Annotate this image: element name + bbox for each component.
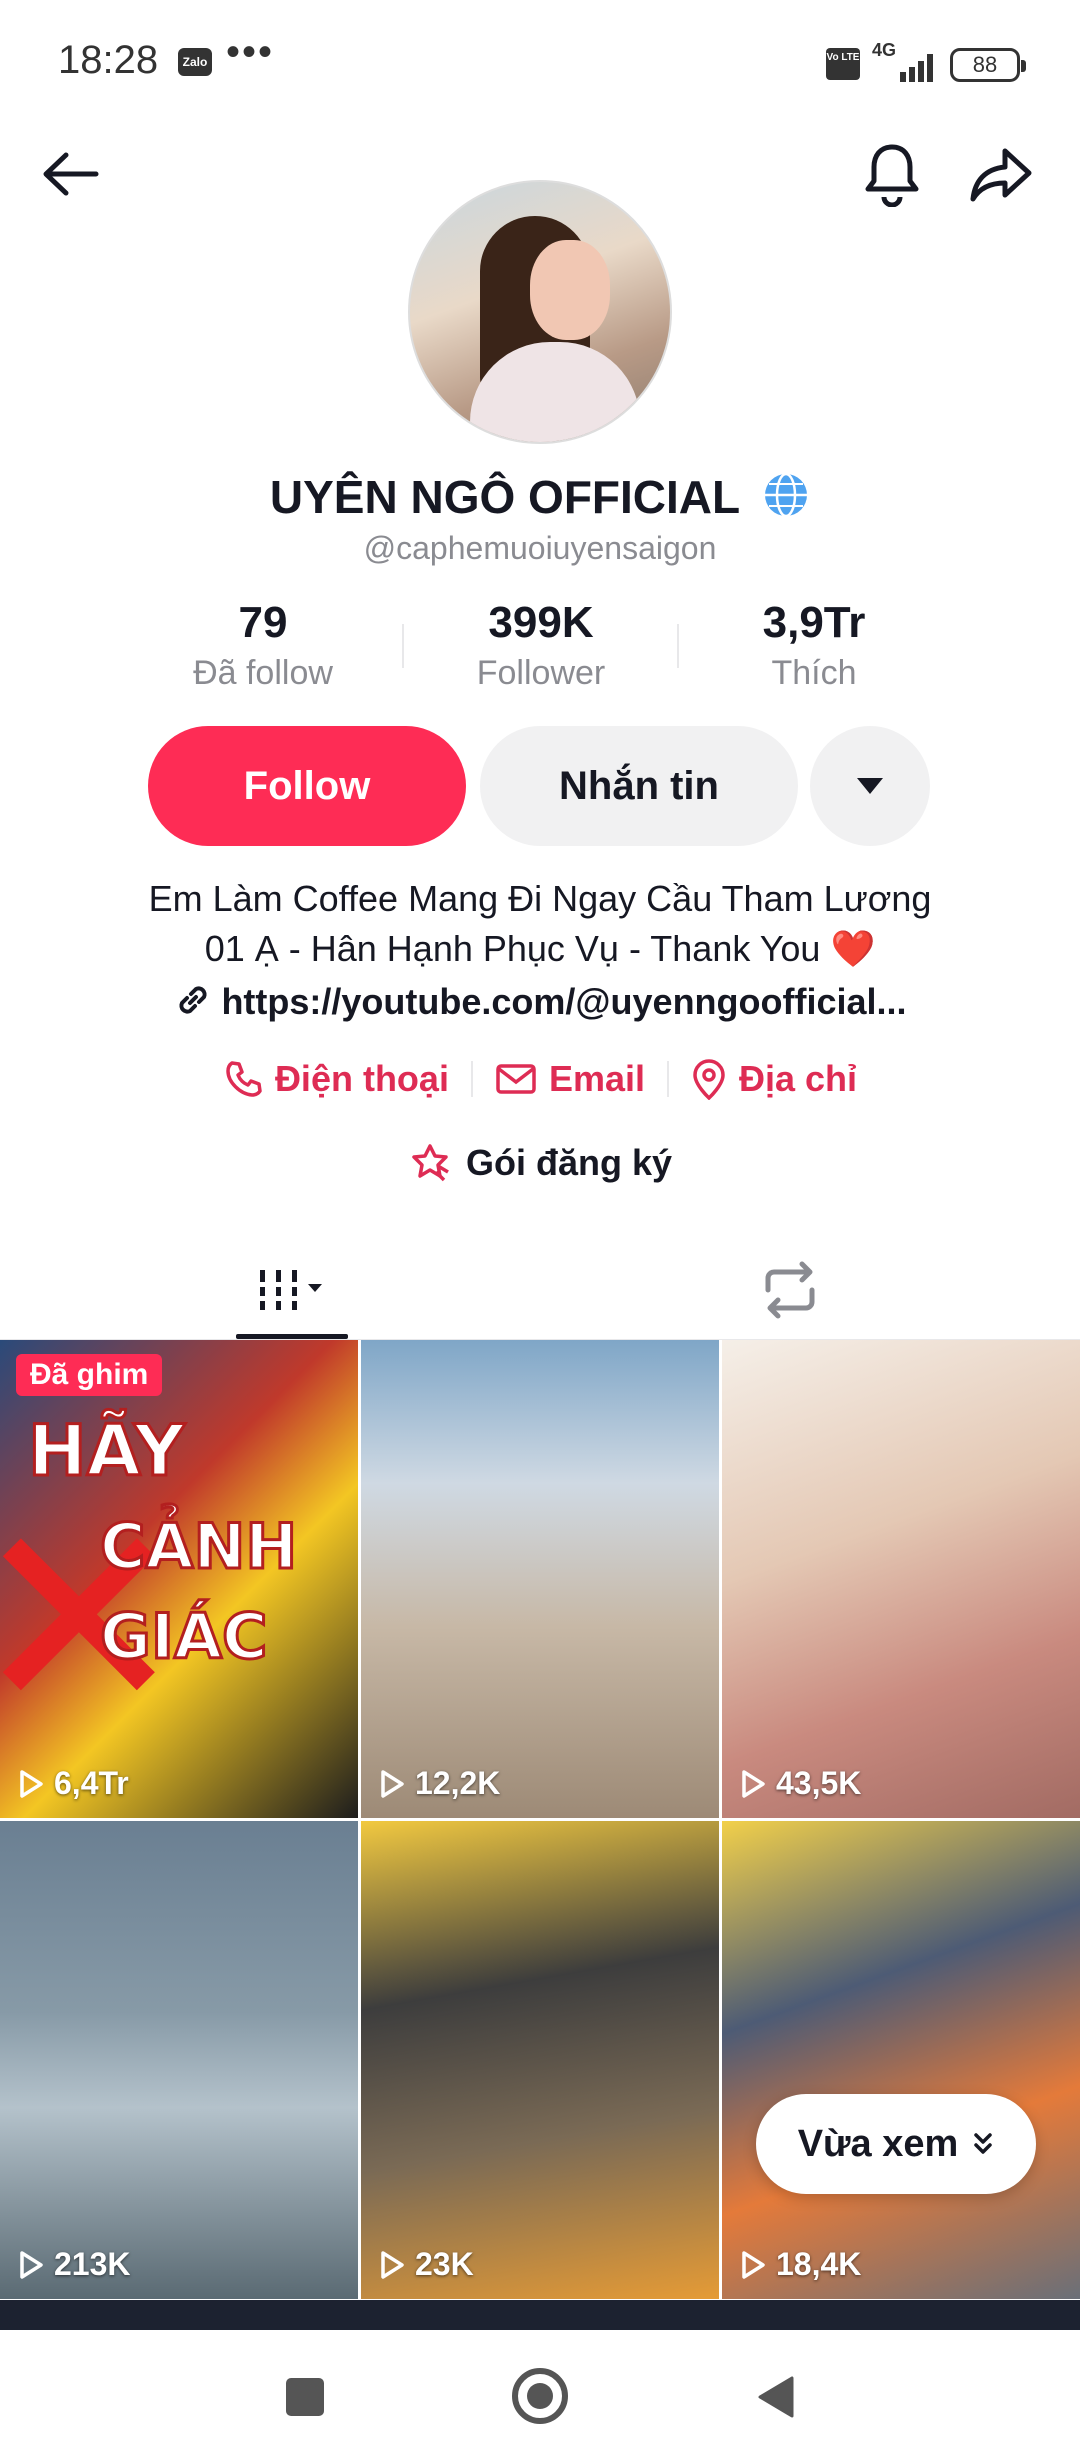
pinned-badge: Đã ghim	[16, 1354, 163, 1396]
status-bar: 18:28 Zalo ••• Vo LTE 4G 88	[0, 0, 1080, 130]
email-label: Email	[548, 1058, 645, 1099]
subscription-button[interactable]: Gói đăng ký	[0, 1142, 1080, 1184]
display-name: UYÊN NGÔ OFFICIAL	[269, 471, 740, 523]
play-icon	[742, 1769, 765, 1798]
thumbnail-text: CẢNH	[98, 1509, 298, 1585]
stat-divider	[677, 624, 679, 668]
volte-icon: Vo LTE	[826, 48, 860, 80]
link-icon	[179, 986, 207, 1014]
bio-line-1: Em Làm Coffee Mang Đi Ngay Cầu Tham Lươn…	[148, 878, 932, 919]
username: @caphemuoiuyensaigon	[363, 530, 717, 566]
bio-line-2-text: 01 Ạ - Hân Hạnh Phục Vụ - Thank You	[204, 928, 821, 969]
signal-icon	[900, 54, 933, 82]
view-count: 23K	[379, 2246, 474, 2283]
arrow-left-icon	[43, 152, 99, 196]
display-name-row: UYÊN NGÔ OFFICIAL	[0, 470, 1080, 524]
zalo-notification-icon: Zalo	[178, 48, 212, 76]
followers-label: Follower	[476, 654, 606, 692]
home-button[interactable]	[512, 2368, 568, 2424]
phone-label: Điện thoại	[274, 1058, 449, 1099]
mail-icon	[496, 1064, 536, 1094]
heart-emoji: ❤️	[830, 928, 876, 969]
contact-row: Điện thoại Email Địa chỉ	[0, 1058, 1080, 1100]
stat-likes[interactable]: 3,9Tr Thích	[684, 598, 944, 693]
play-icon	[742, 2250, 765, 2279]
notifications-button[interactable]	[852, 134, 932, 214]
play-icon	[381, 2250, 404, 2279]
view-count: 18,4K	[740, 2246, 861, 2283]
next-row-peek	[0, 2300, 1080, 2330]
likes-label: Thích	[771, 654, 857, 692]
view-count: 213K	[18, 2246, 131, 2283]
subscription-label: Gói đăng ký	[465, 1142, 673, 1183]
share-button[interactable]	[962, 134, 1042, 214]
view-count-text: 43,5K	[776, 1765, 862, 1801]
message-button[interactable]: Nhắn tin	[480, 726, 798, 846]
video-thumbnail[interactable]: 23K	[361, 1821, 719, 2299]
play-icon	[20, 2250, 43, 2279]
video-thumbnail[interactable]: ✕ HÃY CẢNH GIÁC Đã ghim 6,4Tr	[0, 1340, 358, 1818]
followers-count: 399K	[488, 598, 594, 647]
address-button[interactable]: Địa chỉ	[669, 1058, 879, 1100]
view-count-text: 6,4Tr	[54, 1765, 129, 1801]
battery-icon: 88	[950, 48, 1026, 82]
play-icon	[381, 1769, 404, 1798]
video-thumbnail[interactable]: 18,4K	[722, 1821, 1080, 2299]
view-count-text: 23K	[415, 2246, 474, 2282]
recently-watched-button[interactable]: Vừa xem	[756, 2094, 1036, 2194]
video-thumbnail[interactable]: 213K	[0, 1821, 358, 2299]
status-time: 18:28	[58, 38, 159, 82]
phone-icon	[226, 1061, 262, 1097]
thumbnail-text: HÃY	[27, 1409, 187, 1494]
location-pin-icon	[693, 1059, 725, 1100]
thumbnail-text: GIÁC	[98, 1599, 268, 1675]
view-count: 6,4Tr	[18, 1765, 129, 1802]
recently-watched-label: Vừa xem	[797, 2122, 959, 2165]
profile-avatar[interactable]	[408, 180, 672, 444]
bell-icon	[865, 144, 919, 207]
phone-button[interactable]: Điện thoại	[201, 1058, 471, 1100]
video-thumbnail[interactable]: 12,2K	[361, 1340, 719, 1818]
share-icon	[970, 148, 1032, 202]
tab-videos[interactable]	[236, 1240, 348, 1340]
videos-grid-icon	[256, 1270, 322, 1310]
following-label: Đã follow	[193, 654, 333, 692]
tab-reposts[interactable]	[740, 1240, 840, 1340]
view-count: 12,2K	[379, 1765, 500, 1802]
stat-following[interactable]: 79 Đã follow	[133, 598, 393, 693]
more-notifications-icon: •••	[226, 30, 275, 74]
subscription-star-icon	[412, 1144, 449, 1182]
recent-apps-button[interactable]	[286, 2378, 324, 2416]
view-count: 43,5K	[740, 1765, 861, 1802]
view-count-text: 18,4K	[776, 2246, 862, 2282]
play-icon	[20, 1769, 43, 1798]
stat-divider	[402, 624, 404, 668]
bio-link[interactable]: https://youtube.com/@uyenngoofficial...	[0, 980, 1080, 1023]
back-button[interactable]	[30, 134, 110, 214]
address-label: Địa chỉ	[739, 1058, 858, 1099]
email-button[interactable]: Email	[473, 1058, 667, 1100]
battery-level: 88	[972, 52, 998, 77]
repost-icon	[765, 1261, 815, 1319]
stat-followers[interactable]: 399K Follower	[411, 598, 671, 693]
follow-button[interactable]: Follow	[148, 726, 466, 846]
following-count: 79	[238, 598, 288, 647]
bio: Em Làm Coffee Mang Đi Ngay Cầu Tham Lươn…	[80, 874, 1000, 974]
double-chevron-down-icon	[974, 2133, 993, 2154]
caret-down-icon	[857, 778, 883, 794]
bio-link-text: https://youtube.com/@uyenngoofficial...	[221, 981, 907, 1022]
back-triangle-icon[interactable]	[756, 2374, 796, 2420]
bio-line-2: 01 Ạ - Hân Hạnh Phục Vụ - Thank You ❤️	[80, 924, 1000, 974]
view-count-text: 213K	[54, 2246, 131, 2282]
suggested-accounts-button[interactable]	[810, 726, 930, 846]
video-thumbnail[interactable]: 43,5K	[722, 1340, 1080, 1818]
likes-count: 3,9Tr	[762, 598, 866, 647]
view-count-text: 12,2K	[415, 1765, 501, 1801]
globe-icon	[765, 472, 808, 518]
avatar-face	[530, 240, 610, 340]
